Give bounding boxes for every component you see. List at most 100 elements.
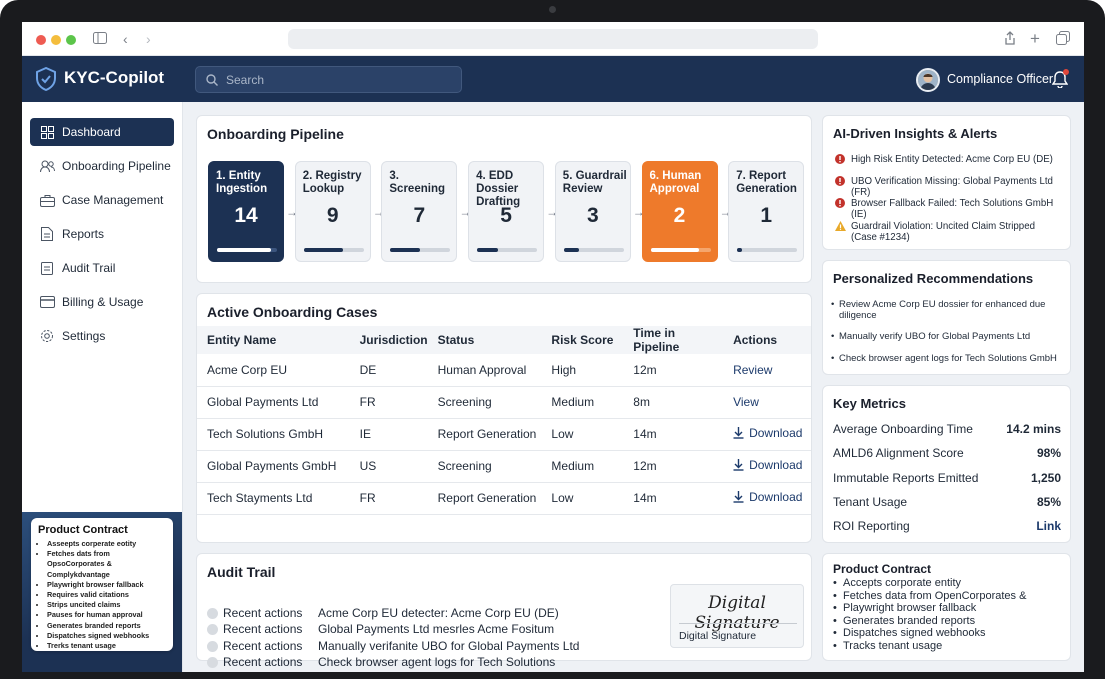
stage-progress-fill [303, 248, 343, 252]
dashboard-icon [39, 124, 55, 140]
alert-item[interactable]: Guardrail Violation: Uncited Claim Strip… [835, 220, 1063, 243]
product-contract-title: Product Contract [833, 562, 932, 576]
sidebar-item-audit-trail[interactable]: Audit Trail [30, 254, 174, 282]
back-icon[interactable]: ‹ [123, 31, 128, 47]
recommendations-title: Personalized Recommendations [833, 271, 1034, 286]
table-row[interactable]: Global Payments Ltd FR Screening Medium 8m Vi… [197, 386, 811, 419]
pipeline-stage[interactable]: 3. Screening 7 [381, 161, 458, 262]
list-item: Tracks tenant usage [833, 640, 1026, 653]
alert-text: Browser Fallback Failed: Tech Solutions … [851, 198, 1054, 220]
user-name[interactable]: Compliance Officer [947, 72, 1053, 86]
alert-item[interactable]: UBO Verification Missing: Global Payment… [835, 175, 1063, 198]
pipeline-stage[interactable]: 2. Registry Lookup 9 [294, 161, 371, 262]
download-action-link[interactable]: Download [733, 490, 802, 504]
audit-label: Recent actions [223, 638, 303, 653]
credit-card-icon [39, 294, 55, 310]
stage-progress-bar [477, 248, 538, 252]
search-icon [206, 74, 218, 86]
download-action-link[interactable]: Download [733, 426, 802, 440]
jurisdiction-cell: FR [349, 482, 428, 515]
pipeline-card: Onboarding Pipeline 1. Entity Ingestion 1… [196, 115, 812, 283]
pipeline-stage[interactable]: 5. Guardrail Review 3 [554, 161, 631, 262]
list-item: Requires valid citations [47, 590, 166, 600]
stage-count: 9 [326, 204, 339, 227]
signature-line [679, 623, 797, 624]
sidebar-item-billing-usage[interactable]: Billing & Usage [30, 288, 174, 316]
address-bar[interactable] [288, 29, 818, 49]
search-input[interactable]: Search [195, 66, 462, 93]
sidebar-item-settings[interactable]: Settings [30, 322, 174, 350]
metric-row: Immutable Reports Emitted 1,250 [833, 471, 1061, 489]
tabs-overview-icon[interactable] [1056, 31, 1070, 48]
stage-count: 2 [673, 204, 686, 227]
download-icon [733, 427, 744, 442]
column-header: Jurisdiction [349, 326, 428, 354]
alert-item[interactable]: High Risk Entity Detected: Acme Corp EU … [835, 153, 1063, 171]
table-row[interactable]: Acme Corp EU DE Human Approval High 12m Revie… [197, 354, 811, 387]
column-header: Risk Score [541, 326, 624, 354]
error-icon [835, 154, 845, 164]
error-icon [835, 176, 845, 186]
list-item[interactable]: Check browser agent logs for Tech Soluti… [831, 353, 1059, 364]
actions-cell: Download [723, 482, 811, 515]
view-action-link[interactable]: View [733, 395, 759, 409]
share-icon[interactable] [1004, 31, 1016, 48]
metrics-title: Key Metrics [833, 396, 906, 411]
sidebar-item-reports[interactable]: Reports [30, 220, 174, 248]
digital-signature-box[interactable]: Digital Signature Digital Signature [670, 584, 804, 648]
sidebar-item-label: Onboarding Pipeline [62, 159, 171, 173]
signature-caption: Digital Signature [679, 630, 757, 642]
laptop-frame: ‹ › + KYC-Copilot Search Compliance Offi… [0, 0, 1105, 679]
clipboard-icon [39, 260, 55, 276]
list-item: Playwright browser fallback [47, 580, 166, 590]
maximize-window-button[interactable] [66, 35, 76, 45]
pipeline-stage[interactable]: 6. Human Approval 2 [641, 161, 718, 262]
audit-label: Recent actions [223, 622, 303, 637]
forward-icon[interactable]: › [146, 31, 151, 47]
stage-progress-fill [477, 248, 499, 252]
gear-icon [39, 328, 55, 344]
sidebar-item-dashboard[interactable]: Dashboard [30, 118, 174, 146]
minimize-window-button[interactable] [51, 35, 61, 45]
stage-progress-fill [217, 248, 271, 252]
roi-reporting-link[interactable]: Link [1036, 519, 1061, 533]
time-cell: 8m [623, 386, 724, 419]
actions-cell: Download [723, 450, 811, 483]
table-row[interactable]: Tech Stayments Ltd FR Report Generation Low… [197, 482, 811, 515]
sidebar-toggle-icon[interactable] [93, 31, 107, 47]
time-cell: 12m [623, 450, 724, 483]
alert-text: UBO Verification Missing: Global Payment… [851, 176, 1053, 198]
list-item: Dispatches signed webhooks [833, 627, 1026, 640]
sidebar-item-onboarding-pipeline[interactable]: Onboarding Pipeline [30, 152, 174, 180]
list-item[interactable]: Review Acme Corp EU dossier for enhanced… [831, 299, 1059, 321]
actions-cell: Download [723, 418, 811, 451]
close-window-button[interactable] [36, 35, 46, 45]
metric-value: 98% [1036, 446, 1061, 460]
pipeline-stage[interactable]: 4. EDD Dossier Drafting 5 [468, 161, 545, 262]
download-action-link[interactable]: Download [733, 458, 802, 472]
column-header: Entity Name [197, 326, 350, 354]
avatar[interactable] [916, 68, 940, 92]
table-row[interactable]: Tech Solutions GmbH IE Report Generation Lo… [197, 418, 811, 451]
new-tab-icon[interactable]: + [1030, 30, 1040, 47]
entity-name-cell: Global Payments GmbH [197, 450, 350, 483]
metric-row: Average Onboarding Time 14.2 mins [833, 422, 1061, 440]
metric-row: ROI Reporting Link [833, 519, 1061, 537]
table-row[interactable]: Global Payments GmbH US Screening Medium 12m… [197, 450, 811, 483]
download-icon [733, 459, 744, 474]
list-item[interactable]: Manually verify UBO for Global Payments … [831, 331, 1059, 342]
metric-label: Average Onboarding Time [833, 422, 973, 436]
recommendations-card: Personalized Recommendations Review Acme… [822, 260, 1071, 375]
pipeline-stage[interactable]: 1. Entity Ingestion 14 [208, 161, 284, 262]
entity-name-cell: Tech Stayments Ltd [197, 482, 350, 515]
users-icon [39, 158, 55, 174]
actions-cell: Review [723, 354, 811, 387]
sidebar-item-label: Reports [62, 227, 105, 241]
pipeline-stage[interactable]: 7. Report Generation 1 [728, 161, 805, 262]
alert-item[interactable]: Browser Fallback Failed: Tech Solutions … [835, 197, 1063, 220]
sidebar-item-case-management[interactable]: Case Management [30, 186, 174, 214]
alerts-title: AI-Driven Insights & Alerts [833, 126, 998, 141]
review-action-link[interactable]: Review [733, 363, 772, 377]
entity-name-cell: Tech Solutions GmbH [197, 418, 350, 451]
action-label: Download [749, 490, 803, 504]
